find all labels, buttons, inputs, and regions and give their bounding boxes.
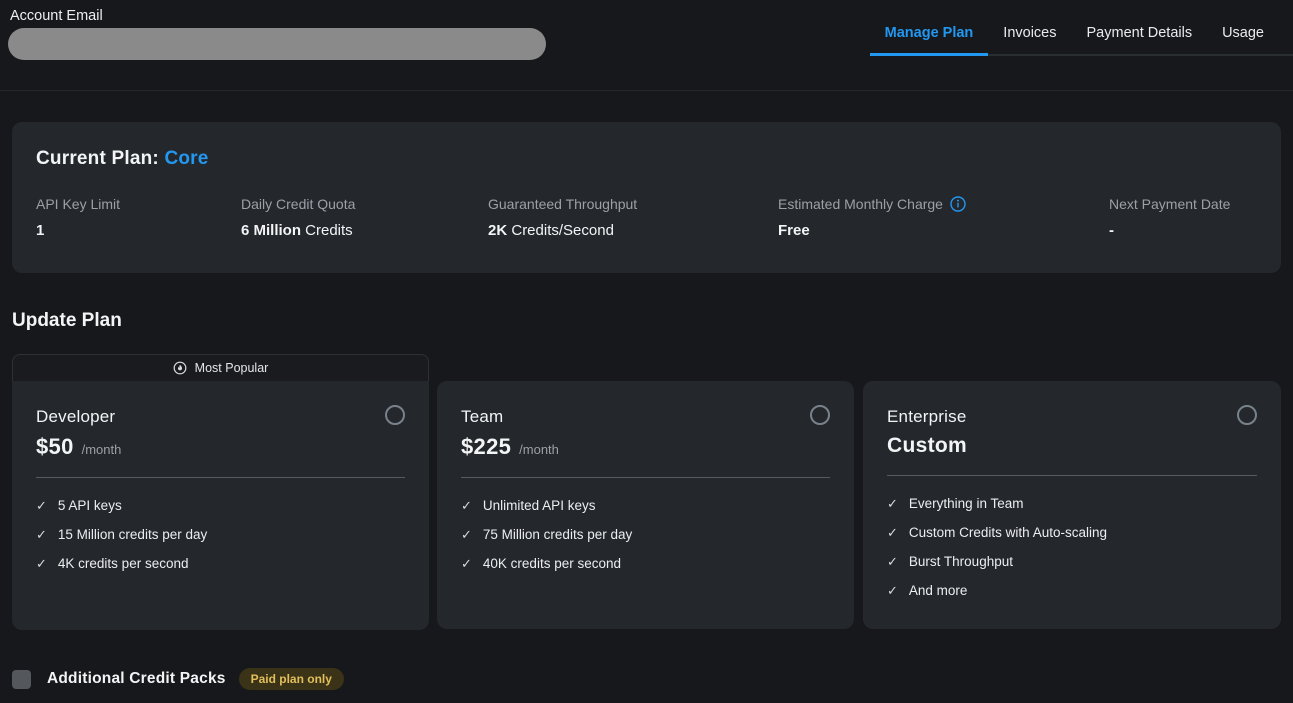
plan-card-enterprise[interactable]: Enterprise Custom ✓Everything in Team ✓C… (863, 381, 1281, 629)
plan-card-team[interactable]: Team $225 /month ✓Unlimited API keys ✓75… (437, 381, 854, 629)
plan-radio-team[interactable] (810, 405, 830, 425)
stat-value: 1 (36, 222, 241, 239)
plan-features: ✓5 API keys ✓15 Million credits per day … (36, 497, 405, 572)
stat-label: API Key Limit (36, 196, 241, 212)
stat-value: 2K Credits/Second (488, 222, 778, 239)
feature-item: ✓15 Million credits per day (36, 526, 405, 543)
credit-packs-label: Additional Credit Packs (47, 670, 226, 688)
feature-item: ✓4K credits per second (36, 555, 405, 572)
current-plan-title: Current Plan: Core (36, 148, 1257, 170)
plan-card-divider (461, 477, 830, 478)
check-icon: ✓ (36, 555, 47, 572)
current-plan-title-prefix: Current Plan: (36, 148, 164, 169)
stat-value: 6 Million Credits (241, 222, 488, 239)
plan-name: Developer (36, 407, 405, 427)
plan-card-developer[interactable]: Developer $50 /month ✓5 API keys ✓15 Mil… (12, 381, 429, 630)
most-popular-label: Most Popular (195, 361, 269, 375)
check-icon: ✓ (887, 495, 898, 512)
feature-item: ✓Burst Throughput (887, 553, 1257, 570)
billing-tab-bar: Manage Plan Invoices Payment Details Usa… (870, 0, 1293, 56)
feature-item: ✓Everything in Team (887, 495, 1257, 512)
stat-label: Guaranteed Throughput (488, 196, 778, 212)
plan-features: ✓Everything in Team ✓Custom Credits with… (887, 495, 1257, 599)
update-plan-heading: Update Plan (12, 310, 122, 332)
check-icon: ✓ (887, 524, 898, 541)
credit-packs-checkbox[interactable] (12, 670, 31, 689)
tab-usage[interactable]: Usage (1207, 25, 1279, 54)
feature-item: ✓75 Million credits per day (461, 526, 830, 543)
check-icon: ✓ (36, 526, 47, 543)
most-popular-icon (173, 361, 187, 375)
stat-guaranteed-throughput: Guaranteed Throughput 2K Credits/Second (488, 196, 778, 239)
plan-radio-developer[interactable] (385, 405, 405, 425)
plan-card-divider (36, 477, 405, 478)
account-email-label: Account Email (10, 8, 103, 24)
plan-features: ✓Unlimited API keys ✓75 Million credits … (461, 497, 830, 572)
current-plan-name: Core (164, 148, 208, 169)
feature-item: ✓5 API keys (36, 497, 405, 514)
current-plan-card: Current Plan: Core API Key Limit 1 Daily… (12, 122, 1281, 273)
check-icon: ✓ (887, 553, 898, 570)
credit-packs-row: Additional Credit Packs Paid plan only (12, 668, 344, 690)
plan-radio-enterprise[interactable] (1237, 405, 1257, 425)
check-icon: ✓ (36, 497, 47, 514)
stat-value: Free (778, 222, 1109, 239)
plan-period: /month (82, 442, 122, 457)
plan-card-divider (887, 475, 1257, 476)
plan-price: $225 (461, 434, 511, 460)
paid-plan-only-badge: Paid plan only (239, 668, 344, 690)
check-icon: ✓ (461, 497, 472, 514)
header-divider (0, 90, 1293, 91)
account-email-field[interactable] (8, 28, 546, 60)
feature-item: ✓Unlimited API keys (461, 497, 830, 514)
plan-name: Enterprise (887, 407, 1257, 427)
most-popular-banner: Most Popular (12, 354, 429, 381)
plan-name: Team (461, 407, 830, 427)
stat-label: Daily Credit Quota (241, 196, 488, 212)
stat-api-key-limit: API Key Limit 1 (36, 196, 241, 239)
info-icon[interactable] (950, 196, 966, 212)
stat-label: Next Payment Date (1109, 196, 1230, 212)
stat-label: Estimated Monthly Charge (778, 196, 1109, 212)
feature-item: ✓Custom Credits with Auto-scaling (887, 524, 1257, 541)
tab-invoices[interactable]: Invoices (988, 25, 1071, 54)
stat-value: - (1109, 222, 1230, 239)
plan-price: Custom (887, 434, 1257, 458)
feature-item: ✓And more (887, 582, 1257, 599)
feature-item: ✓40K credits per second (461, 555, 830, 572)
check-icon: ✓ (461, 555, 472, 572)
stat-estimated-monthly-charge: Estimated Monthly Charge Free (778, 196, 1109, 239)
check-icon: ✓ (887, 582, 898, 599)
check-icon: ✓ (461, 526, 472, 543)
plan-price: $50 (36, 434, 74, 460)
plan-period: /month (519, 442, 559, 457)
stat-daily-credit-quota: Daily Credit Quota 6 Million Credits (241, 196, 488, 239)
current-plan-stats: API Key Limit 1 Daily Credit Quota 6 Mil… (36, 196, 1257, 239)
tab-manage-plan[interactable]: Manage Plan (870, 25, 989, 54)
tab-payment-details[interactable]: Payment Details (1072, 25, 1208, 54)
stat-next-payment-date: Next Payment Date - (1109, 196, 1230, 239)
